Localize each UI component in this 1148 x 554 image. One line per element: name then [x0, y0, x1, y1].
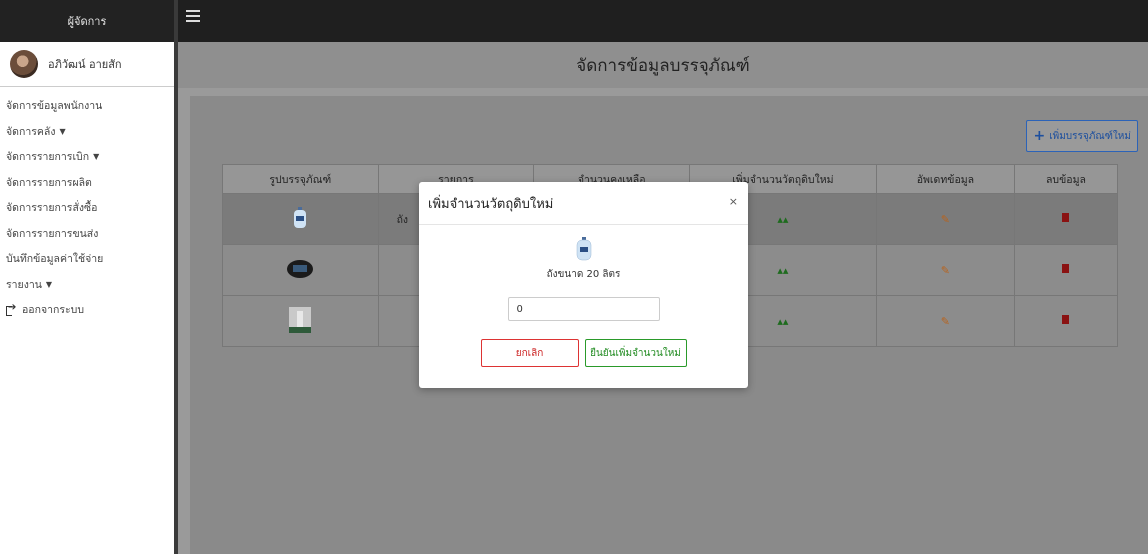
add-package-button[interactable]: + เพิ่มบรรจุภัณฑ์ใหม่	[1026, 120, 1138, 152]
user-name: อภิวัฒน์ อายสัก	[48, 58, 122, 71]
caret-down-icon: ▼	[59, 126, 66, 136]
hamburger-menu-icon[interactable]	[186, 10, 200, 22]
caret-down-icon: ▼	[93, 152, 100, 162]
sidebar-item-orders[interactable]: จัดการรายการสั่งซื้อ	[0, 195, 174, 221]
cancel-button[interactable]: ยกเลิก	[480, 339, 579, 367]
modal-body: ถังขนาด 20 ลิตร 0 ยกเลิก ยืนยันเพิ่มจำนว…	[419, 237, 748, 367]
sidebar-menu: จัดการข้อมูลพนักงาน จัดการคลัง ▼ จัดการรา…	[0, 87, 174, 323]
confirm-add-button[interactable]: ยืนยันเพิ่มจำนวนใหม่	[584, 339, 687, 367]
avatar	[10, 50, 38, 78]
product-image	[222, 295, 379, 347]
product-image	[222, 193, 379, 245]
product-bottle-icon	[576, 237, 592, 261]
column-header: อัพเดทข้อมูล	[875, 164, 1015, 194]
user-panel: อภิวัฒน์ อายสัก	[0, 42, 174, 87]
sidebar-item-production[interactable]: จัดการรายการผลิต	[0, 170, 174, 196]
edit-icon[interactable]: ✎	[875, 244, 1015, 296]
product-image	[222, 244, 379, 296]
modal-header: เพิ่มจำนวนวัตถุดิบใหม่ ×	[419, 182, 748, 225]
column-header: รูปบรรจุภัณฑ์	[222, 164, 379, 194]
sidebar-title: ผู้จัดการ	[0, 0, 174, 42]
caret-down-icon: ▼	[45, 279, 53, 289]
quantity-input[interactable]: 0	[507, 297, 660, 321]
edit-icon[interactable]: ✎	[875, 193, 1015, 245]
modal-title: เพิ่มจำนวนวัตถุดิบใหม่	[428, 196, 554, 212]
sidebar-item-shipping[interactable]: จัดการรายการขนส่ง	[0, 221, 174, 247]
sidebar-item-logout[interactable]: ออกจากระบบ	[0, 297, 174, 323]
delete-icon[interactable]	[1013, 244, 1119, 296]
edit-icon[interactable]: ✎	[875, 295, 1015, 347]
sidebar-item-reports[interactable]: รายงาน ▼	[0, 272, 174, 298]
add-stock-modal: เพิ่มจำนวนวัตถุดิบใหม่ × ถังขนาด 20 ลิตร…	[419, 182, 748, 388]
column-header: ลบข้อมูล	[1013, 164, 1119, 194]
close-icon[interactable]: ×	[729, 195, 738, 208]
sidebar: ผู้จัดการ อภิวัฒน์ อายสัก จัดการข้อมูลพน…	[0, 0, 178, 554]
sidebar-item-employees[interactable]: จัดการข้อมูลพนักงาน	[0, 93, 174, 119]
sidebar-item-inventory[interactable]: จัดการคลัง ▼	[0, 119, 174, 145]
delete-icon[interactable]	[1013, 193, 1119, 245]
plus-icon: +	[1033, 128, 1046, 144]
product-name: ถังขนาด 20 ลิตร	[546, 269, 621, 280]
sidebar-item-expenses[interactable]: บันทึกข้อมูลค่าใช้จ่าย	[0, 246, 174, 272]
sidebar-item-withdrawals[interactable]: จัดการรายการเบิก ▼	[0, 144, 174, 170]
delete-icon[interactable]	[1013, 295, 1119, 347]
logout-icon	[6, 302, 16, 316]
page-title: จัดการข้อมูลบรรจุภัณฑ์	[178, 42, 1148, 88]
